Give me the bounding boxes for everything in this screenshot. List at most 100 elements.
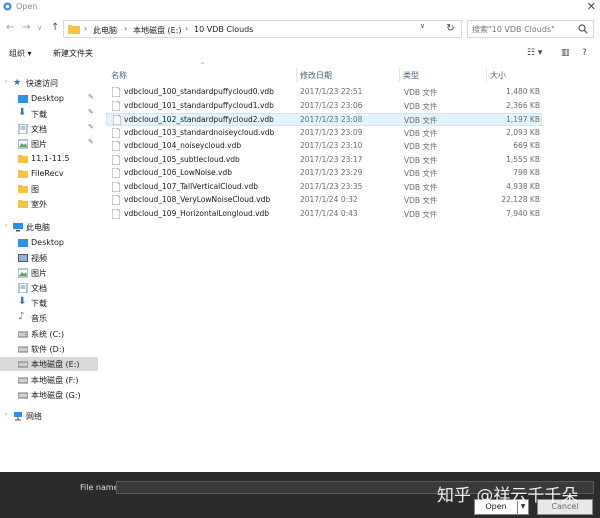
pictures-icon	[18, 268, 28, 278]
nav-quick-folder-outdoor[interactable]: 室外	[0, 197, 98, 211]
expand-chevron-icon[interactable]: ›	[5, 411, 7, 418]
nav-quick-documents[interactable]: 文档 ✎	[0, 122, 98, 136]
preview-pane-icon[interactable]: ▥	[561, 48, 570, 58]
nav-quick-filerecv[interactable]: FileRecv	[0, 167, 98, 181]
close-icon[interactable]: ✕	[587, 0, 596, 13]
file-icon	[112, 155, 120, 165]
file-row[interactable]: vdbcloud_109_HorizontalLongloud.vdb 2017…	[106, 208, 542, 221]
documents-icon	[18, 124, 28, 134]
up-icon[interactable]: ↑	[51, 22, 59, 33]
computer-icon	[13, 223, 23, 232]
new-folder-button[interactable]: 新建文件夹	[53, 48, 93, 59]
file-icon	[112, 209, 120, 219]
folder-icon	[18, 185, 28, 193]
crumb-separator-icon: ›	[185, 24, 189, 33]
desktop-icon	[18, 95, 28, 103]
nav-pc-desktop[interactable]: Desktop	[0, 236, 98, 250]
download-icon: ⬇	[18, 296, 27, 307]
column-header-size[interactable]: 大小	[490, 70, 506, 81]
address-row: ← → ∨ ↑ › 此电脑 › 本地磁盘 (E:) › 10 VDB Cloud…	[0, 18, 600, 40]
drive-icon	[18, 361, 28, 368]
column-divider[interactable]	[486, 68, 487, 82]
desktop-icon	[18, 239, 28, 247]
folder-icon	[68, 25, 80, 34]
search-input[interactable]	[472, 23, 572, 35]
network-icon	[14, 412, 22, 421]
file-row[interactable]: vdbcloud_105_subtlecloud.vdb 2017/1/23 2…	[106, 154, 542, 167]
nav-network[interactable]: › 网络	[0, 409, 98, 423]
nav-pc-drive-d[interactable]: 软件 (D:)	[0, 342, 98, 356]
column-header-type[interactable]: 类型	[403, 70, 419, 81]
file-icon	[112, 87, 120, 97]
file-icon	[112, 195, 120, 205]
nav-pc-drive-e[interactable]: 本地磁盘 (E:)	[0, 357, 98, 371]
nav-quick-downloads[interactable]: ⬇ 下载 ✎	[0, 107, 98, 121]
search-box[interactable]	[467, 20, 594, 38]
star-icon: ★	[13, 78, 22, 88]
nav-pc-pictures[interactable]: 图片	[0, 266, 98, 280]
title-bar: Open ✕	[0, 0, 600, 14]
drive-icon	[18, 331, 28, 338]
file-icon	[112, 128, 120, 138]
video-icon	[18, 254, 28, 262]
pin-icon: ✎	[88, 108, 94, 116]
nav-quick-pictures[interactable]: 图片 ✎	[0, 137, 98, 151]
watermark-text: 知乎 @祥云千千朵	[437, 486, 579, 506]
file-row[interactable]: vdbcloud_101_standardpuffycloud1.vdb 201…	[106, 100, 542, 113]
nav-pc-drive-g[interactable]: 本地磁盘 (G:)	[0, 388, 98, 402]
expand-chevron-icon[interactable]: ›	[5, 78, 7, 85]
pin-icon: ✎	[88, 93, 94, 101]
view-options-icon[interactable]: ☷ ▾	[527, 48, 542, 58]
crumb-separator-icon: ›	[124, 24, 128, 33]
file-list: ^ 名称 修改日期 类型 大小 vdbcloud_100_standardpuf…	[106, 62, 546, 472]
recent-chevron-icon[interactable]: ∨	[37, 24, 42, 32]
column-divider[interactable]	[399, 68, 400, 82]
refresh-button[interactable]: ↻	[440, 20, 462, 38]
address-history-chevron-icon[interactable]: ∨	[420, 22, 425, 30]
search-icon	[578, 24, 588, 34]
nav-quick-desktop[interactable]: Desktop ✎	[0, 92, 98, 106]
address-bar[interactable]: › 此电脑 › 本地磁盘 (E:) › 10 VDB Clouds	[63, 20, 441, 38]
column-divider[interactable]	[296, 68, 297, 82]
window-title: Open	[16, 2, 38, 11]
file-icon	[112, 101, 120, 111]
file-row[interactable]: vdbcloud_106_LowNoise.vdb 2017/1/23 23:2…	[106, 167, 542, 180]
breadcrumb-this-pc[interactable]: 此电脑	[93, 25, 117, 36]
folder-icon	[18, 155, 28, 163]
file-row-highlighted[interactable]: vdbcloud_102_standardpuffycloud2.vdb 201…	[106, 113, 542, 126]
nav-pc-music[interactable]: ♪ 音乐	[0, 311, 98, 325]
nav-pc-videos[interactable]: 视频	[0, 251, 98, 265]
breadcrumb-current-folder[interactable]: 10 VDB Clouds	[194, 25, 253, 34]
nav-quick-folder-11-1[interactable]: 11.1-11.5	[0, 152, 98, 166]
organize-button[interactable]: 组织 ▾	[9, 48, 32, 59]
app-icon	[3, 2, 12, 11]
sort-ascending-icon: ^	[200, 62, 206, 69]
nav-pc-documents[interactable]: 文档	[0, 281, 98, 295]
file-row[interactable]: vdbcloud_108_VeryLowNoiseCloud.vdb 2017/…	[106, 194, 542, 207]
expand-chevron-icon[interactable]: ›	[5, 222, 7, 229]
back-icon[interactable]: ←	[6, 22, 14, 33]
music-icon: ♪	[18, 311, 25, 322]
folder-icon	[18, 170, 28, 178]
file-icon	[112, 141, 120, 151]
file-row[interactable]: vdbcloud_107_TallVerticalCloud.vdb 2017/…	[106, 181, 542, 194]
breadcrumb-drive-e[interactable]: 本地磁盘 (E:)	[133, 25, 182, 36]
nav-pc-downloads[interactable]: ⬇ 下载	[0, 296, 98, 310]
column-header-date[interactable]: 修改日期	[300, 70, 332, 81]
file-row[interactable]: vdbcloud_104_noiseycloud.vdb 2017/1/23 2…	[106, 140, 542, 153]
file-row[interactable]: vdbcloud_100_standardpuffycloud0.vdb 201…	[106, 86, 542, 99]
help-icon[interactable]: ?	[582, 48, 587, 58]
command-toolbar: 组织 ▾ 新建文件夹 ☷ ▾ ▥ ?	[0, 44, 600, 64]
nav-quick-access[interactable]: › ★ 快速访问	[0, 76, 98, 90]
nav-this-pc[interactable]: › 此电脑	[0, 220, 98, 234]
column-header-name[interactable]: 名称	[111, 70, 127, 81]
drive-icon	[18, 392, 28, 399]
forward-icon[interactable]: →	[22, 22, 30, 33]
drive-icon	[18, 377, 28, 384]
nav-pc-drive-c[interactable]: 系统 (C:)	[0, 327, 98, 341]
file-row[interactable]: vdbcloud_103_standardnoiseycloud.vdb 201…	[106, 127, 542, 140]
crumb-separator-icon: ›	[84, 24, 88, 33]
nav-pc-drive-f[interactable]: 本地磁盘 (F:)	[0, 373, 98, 387]
pin-icon: ✎	[88, 138, 94, 146]
nav-quick-folder-tu[interactable]: 图	[0, 182, 98, 196]
